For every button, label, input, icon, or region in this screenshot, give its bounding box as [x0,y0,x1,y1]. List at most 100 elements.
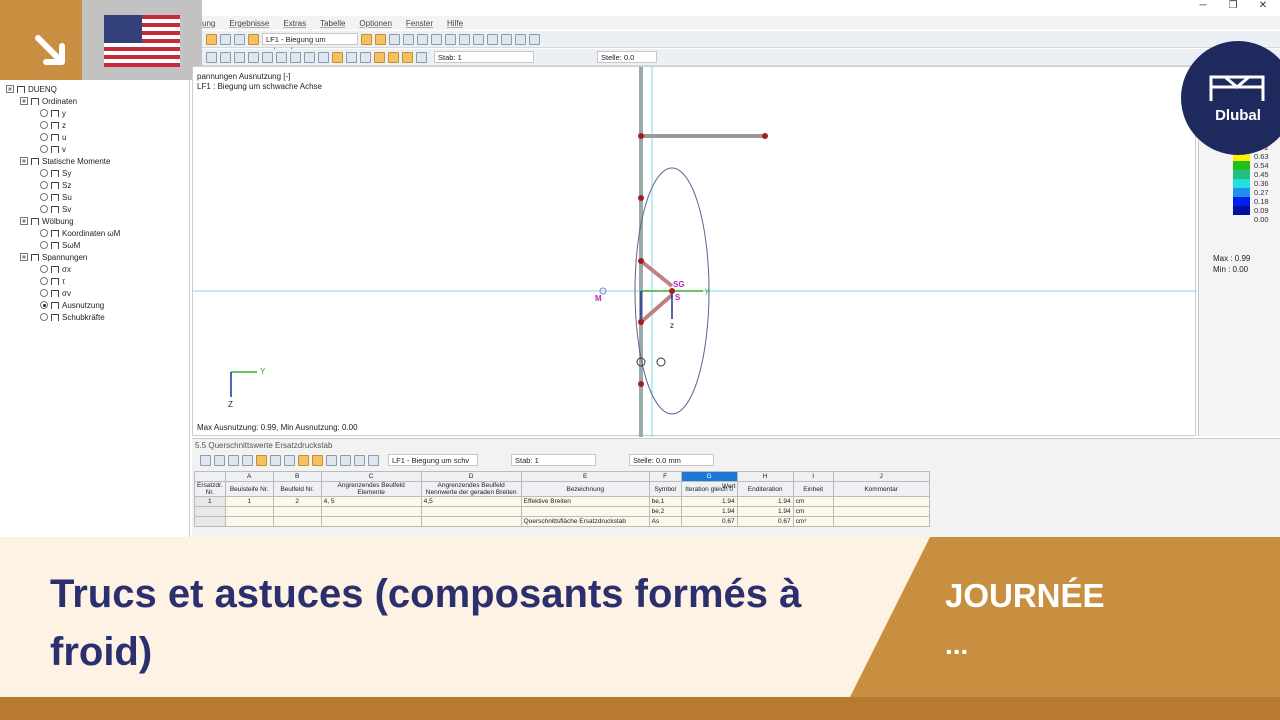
table-cell[interactable]: 0.67 [680,516,738,527]
table-cell[interactable]: be,1 [648,496,682,507]
tool-icon[interactable] [360,51,371,63]
table-cell[interactable]: 0.67 [736,516,794,527]
tool-icon[interactable] [403,33,414,45]
tool-icon[interactable] [220,51,231,63]
column-letter[interactable] [194,471,226,482]
radio-button[interactable] [40,229,48,237]
tool-icon[interactable] [326,454,337,466]
table-cell[interactable] [224,506,274,517]
radio-button[interactable] [40,133,48,141]
tool-icon[interactable] [228,454,239,466]
tool-icon[interactable] [234,51,245,63]
tool-icon[interactable] [473,33,484,45]
table-stab-select[interactable]: Stab: 1 [511,454,596,466]
column-letter[interactable]: E [520,471,650,482]
stab-select[interactable]: Stab: 1 [434,51,534,63]
table-cell[interactable]: cm² [792,516,834,527]
radio-button[interactable] [40,265,48,273]
radio-button[interactable] [40,181,48,189]
tool-icon[interactable] [206,51,217,63]
tree-item[interactable]: Koordinaten ωM [6,227,189,239]
delete-icon[interactable] [501,33,512,45]
restore-button[interactable]: ❐ [1218,0,1248,11]
tree-item[interactable]: σx [6,263,189,275]
tool-icon[interactable] [346,51,357,63]
menu-hilfe[interactable]: Hilfe [447,19,463,28]
view-icon[interactable] [234,33,245,45]
tool-icon[interactable] [270,454,281,466]
excel-icon[interactable] [368,454,379,466]
table-cell[interactable]: 1.94 [680,506,738,517]
tool-icon[interactable] [304,51,315,63]
tool-icon[interactable] [487,33,498,45]
tool-icon[interactable] [312,454,323,466]
tree-item[interactable]: v [6,143,189,155]
tree-item[interactable]: z [6,119,189,131]
gear-icon[interactable] [445,33,456,45]
column-header[interactable]: Angrenzendes Beulfeld Elemente [320,481,422,497]
table-cell[interactable]: be,2 [648,506,682,517]
table-cell[interactable]: 1.94 [736,506,794,517]
tool-icon[interactable] [515,33,526,45]
column-header[interactable]: Angrenzendes Beulfeld Nennwerte der gera… [420,481,522,497]
tool-icon[interactable] [256,454,267,466]
tree-item[interactable]: Schubkräfte [6,311,189,323]
graphics-canvas[interactable]: pannungen Ausnutzung [-] LF1 : Biegung u… [192,66,1197,437]
column-letter[interactable]: G [680,471,738,482]
open-icon[interactable] [206,33,217,45]
view-icon[interactable] [220,33,231,45]
tool-icon[interactable] [242,454,253,466]
column-letter[interactable]: J [832,471,930,482]
radio-button[interactable] [40,301,48,309]
column-letter[interactable]: A [224,471,274,482]
table-cell[interactable] [194,506,226,517]
tool-icon[interactable] [290,51,301,63]
radio-button[interactable] [40,193,48,201]
nav-arrow-tile[interactable] [0,0,82,80]
table-cell[interactable] [520,506,650,517]
table-row[interactable]: 1 1 2 4, 5 4,5 Effektive Breiten be,1 1.94 1.94 c… [194,496,930,507]
minimize-button[interactable]: ─ [1188,0,1218,11]
tool-icon[interactable] [332,51,343,63]
column-header[interactable]: Beulsteife Nr. [224,481,274,497]
menu-fenster[interactable]: Fenster [406,19,433,28]
column-letter[interactable]: H [736,471,794,482]
menu-item[interactable]: ung [202,19,215,28]
close-button[interactable]: ✕ [1248,0,1278,11]
radio-button[interactable] [40,313,48,321]
table-cell[interactable]: As [648,516,682,527]
tree-item[interactable]: SωM [6,239,189,251]
table-cell[interactable] [832,506,930,517]
tool-icon[interactable] [402,51,413,63]
tool-icon[interactable] [417,33,428,45]
tool-icon[interactable] [248,51,259,63]
tree-item[interactable]: τ [6,275,189,287]
stelle-select[interactable]: Stelle: 0.0 [597,51,657,63]
tool-icon[interactable] [354,454,365,466]
result-icon[interactable] [375,33,386,45]
radio-button[interactable] [40,145,48,153]
radio-button[interactable] [40,169,48,177]
tool-icon[interactable] [416,51,427,63]
loadcase-select[interactable]: LF1 - Biegung um schwach [262,33,358,55]
table-cell[interactable] [832,496,930,507]
radio-button[interactable] [40,241,48,249]
column-letter[interactable]: C [320,471,422,482]
tree-item[interactable]: Sy [6,167,189,179]
tool-icon[interactable] [340,454,351,466]
table-cell[interactable]: cm [792,496,834,507]
tree-item[interactable]: y [6,107,189,119]
column-header[interactable]: Einheit [792,481,834,497]
tool-icon[interactable] [200,454,211,466]
table-row[interactable]: be,2 1.94 1.94 cm [194,506,930,517]
column-header[interactable]: Kommentar [832,481,930,497]
tree-group[interactable]: Wölbung [6,215,189,227]
tree-group[interactable]: Ordinaten [6,95,189,107]
table-cell[interactable]: Querschnittsfläche Ersatzdruckstab [520,516,650,527]
menu-tabelle[interactable]: Tabelle [320,19,345,28]
table-stelle-select[interactable]: Stelle: 0.0 mm [629,454,714,466]
table-cell[interactable] [420,516,522,527]
radio-button[interactable] [40,289,48,297]
menu-optionen[interactable]: Optionen [359,19,391,28]
table-row[interactable]: Querschnittsfläche Ersatzdruckstab As 0.67… [194,516,930,527]
